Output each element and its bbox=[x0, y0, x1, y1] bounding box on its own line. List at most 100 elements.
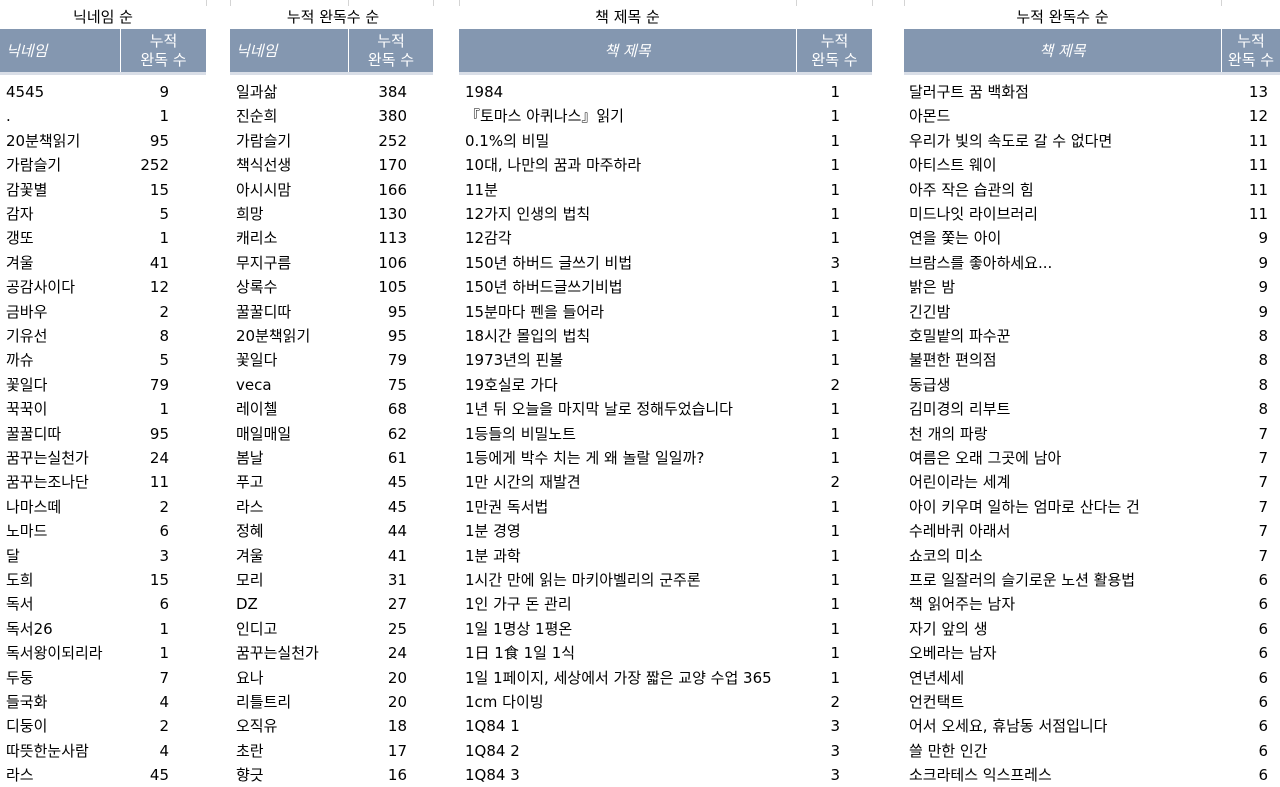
count-table-2-row-count[interactable]: 9 bbox=[1221, 275, 1268, 299]
count-table-1-row-label[interactable]: 라스 bbox=[236, 495, 348, 519]
count-table-1-row-count[interactable]: 75 bbox=[348, 373, 407, 397]
count-table-2-row-label[interactable]: 아주 작은 습관의 힘 bbox=[909, 178, 1221, 202]
count-table-1-row-count[interactable]: 170 bbox=[348, 153, 407, 177]
count-table-1-row-label[interactable]: veca bbox=[236, 373, 348, 397]
nick-table-row-label[interactable]: 꿈꾸는실천가 bbox=[6, 446, 120, 470]
count-table-2-row-count[interactable]: 8 bbox=[1221, 348, 1268, 372]
title-table-row-count[interactable]: 1 bbox=[796, 178, 840, 202]
count-table-1-row-count[interactable]: 41 bbox=[348, 544, 407, 568]
count-table-2-row-count[interactable]: 8 bbox=[1221, 373, 1268, 397]
count-table-1-row-count[interactable]: 113 bbox=[348, 226, 407, 250]
title-table-row-label[interactable]: 1만 시간의 재발견 bbox=[465, 470, 796, 494]
nick-table-row-label[interactable]: 갱또 bbox=[6, 226, 120, 250]
count-table-2-row-label[interactable]: 프로 일잘러의 슬기로운 노션 활용법 bbox=[909, 568, 1221, 592]
title-table-row-label[interactable]: 1Q84 2 bbox=[465, 739, 796, 763]
title-table-row-label[interactable]: 1분 경영 bbox=[465, 519, 796, 543]
count-table-2-row-count[interactable]: 11 bbox=[1221, 153, 1268, 177]
count-table-2-row-count[interactable]: 11 bbox=[1221, 178, 1268, 202]
count-table-2-row-label[interactable]: 동급생 bbox=[909, 373, 1221, 397]
nick-table-row-count[interactable]: 1 bbox=[120, 104, 169, 128]
title-table-row-count[interactable]: 3 bbox=[796, 714, 840, 738]
title-table-row-count[interactable]: 1 bbox=[796, 422, 840, 446]
count-table-1-row-label[interactable]: 가람슬기 bbox=[236, 129, 348, 153]
count-table-1-row-label[interactable]: 꿈꾸는실천가 bbox=[236, 641, 348, 665]
count-table-1-row-label[interactable]: 오직유 bbox=[236, 714, 348, 738]
title-table-row-label[interactable]: 1984 bbox=[465, 80, 796, 104]
nick-table-row-label[interactable]: 따뜻한눈사람 bbox=[6, 739, 120, 763]
nick-table-row-label[interactable]: 겨울 bbox=[6, 251, 120, 275]
count-table-2-row-label[interactable]: 연년세세 bbox=[909, 666, 1221, 690]
count-table-2-row-label[interactable]: 여름은 오래 그곳에 남아 bbox=[909, 446, 1221, 470]
nick-table-row-label[interactable]: 독서 bbox=[6, 592, 120, 616]
title-table-row-count[interactable]: 1 bbox=[796, 397, 840, 421]
title-table-row-count[interactable]: 2 bbox=[796, 470, 840, 494]
title-table-row-count[interactable]: 1 bbox=[796, 80, 840, 104]
count-table-2-row-count[interactable]: 6 bbox=[1221, 739, 1268, 763]
count-table-1-row-count[interactable]: 45 bbox=[348, 495, 407, 519]
nick-table-row-count[interactable]: 79 bbox=[120, 373, 169, 397]
count-table-2-header-label[interactable]: 책 제목 bbox=[904, 29, 1221, 72]
title-table-row-label[interactable]: 0.1%의 비밀 bbox=[465, 129, 796, 153]
count-table-2-row-label[interactable]: 언컨택트 bbox=[909, 690, 1221, 714]
title-table-row-count[interactable]: 2 bbox=[796, 690, 840, 714]
count-table-2-row-count[interactable]: 8 bbox=[1221, 397, 1268, 421]
count-table-2-row-count[interactable]: 7 bbox=[1221, 446, 1268, 470]
nick-table-row-count[interactable]: 3 bbox=[120, 544, 169, 568]
count-table-2-row-count[interactable]: 7 bbox=[1221, 519, 1268, 543]
nick-table-row-count[interactable]: 1 bbox=[120, 641, 169, 665]
title-table-row-label[interactable]: 1시간 만에 읽는 마키아벨리의 군주론 bbox=[465, 568, 796, 592]
nick-table-row-count[interactable]: 4 bbox=[120, 739, 169, 763]
nick-table-row-count[interactable]: 41 bbox=[120, 251, 169, 275]
nick-table-row-count[interactable]: 95 bbox=[120, 422, 169, 446]
title-table-row-label[interactable]: 12가지 인생의 법칙 bbox=[465, 202, 796, 226]
nick-table-row-count[interactable]: 7 bbox=[120, 666, 169, 690]
title-table-row-label[interactable]: 15분마다 펜을 들어라 bbox=[465, 300, 796, 324]
title-table-row-label[interactable]: 1cm 다이빙 bbox=[465, 690, 796, 714]
nick-table-row-count[interactable]: 4 bbox=[120, 690, 169, 714]
count-table-1-row-label[interactable]: 리틀트리 bbox=[236, 690, 348, 714]
nick-table-row-label[interactable]: 꿈꾸는조나단 bbox=[6, 470, 120, 494]
title-table-row-label[interactable]: 1일 1명상 1평온 bbox=[465, 617, 796, 641]
count-table-2-row-label[interactable]: 자기 앞의 생 bbox=[909, 617, 1221, 641]
title-table-row-label[interactable]: 『토마스 아퀴나스』읽기 bbox=[465, 104, 796, 128]
nick-table-row-count[interactable]: 5 bbox=[120, 202, 169, 226]
title-table-row-label[interactable]: 1일 1페이지, 세상에서 가장 짧은 교양 수업 365 bbox=[465, 666, 796, 690]
nick-table-row-label[interactable]: 디둥이 bbox=[6, 714, 120, 738]
title-table-row-count[interactable]: 1 bbox=[796, 202, 840, 226]
count-table-1-row-label[interactable]: 봄날 bbox=[236, 446, 348, 470]
title-table-row-label[interactable]: 10대, 나만의 꿈과 마주하라 bbox=[465, 153, 796, 177]
count-table-2-row-count[interactable]: 9 bbox=[1221, 226, 1268, 250]
count-table-1-row-label[interactable]: 초란 bbox=[236, 739, 348, 763]
title-table-row-count[interactable]: 1 bbox=[796, 348, 840, 372]
title-table-row-count[interactable]: 3 bbox=[796, 763, 840, 787]
nick-table-row-label[interactable]: 꽃일다 bbox=[6, 373, 120, 397]
count-table-2-row-count[interactable]: 11 bbox=[1221, 129, 1268, 153]
count-table-1-row-count[interactable]: 68 bbox=[348, 397, 407, 421]
count-table-2-row-label[interactable]: 쓸 만한 인간 bbox=[909, 739, 1221, 763]
nick-table-row-count[interactable]: 12 bbox=[120, 275, 169, 299]
count-table-2-row-label[interactable]: 밝은 밤 bbox=[909, 275, 1221, 299]
title-table-row-count[interactable]: 1 bbox=[796, 641, 840, 665]
count-table-2-row-count[interactable]: 9 bbox=[1221, 300, 1268, 324]
title-table-header-count[interactable]: 누적 완독 수 bbox=[796, 29, 872, 72]
count-table-1-row-label[interactable]: 상록수 bbox=[236, 275, 348, 299]
count-table-1-row-count[interactable]: 106 bbox=[348, 251, 407, 275]
nick-table-row-count[interactable]: 2 bbox=[120, 714, 169, 738]
count-table-2-row-count[interactable]: 7 bbox=[1221, 470, 1268, 494]
count-table-2-row-label[interactable]: 연을 쫓는 아이 bbox=[909, 226, 1221, 250]
title-table-row-count[interactable]: 1 bbox=[796, 544, 840, 568]
title-table-row-label[interactable]: 19호실로 가다 bbox=[465, 373, 796, 397]
count-table-2-row-label[interactable]: 수레바퀴 아래서 bbox=[909, 519, 1221, 543]
count-table-1-row-label[interactable]: 정혜 bbox=[236, 519, 348, 543]
count-table-1-row-count[interactable]: 384 bbox=[348, 80, 407, 104]
nick-table-row-count[interactable]: 8 bbox=[120, 324, 169, 348]
count-table-1-row-label[interactable]: 모리 bbox=[236, 568, 348, 592]
nick-table-header-count[interactable]: 누적 완독 수 bbox=[120, 29, 206, 72]
count-table-1-row-count[interactable]: 16 bbox=[348, 763, 407, 787]
count-table-1-row-label[interactable]: 요나 bbox=[236, 666, 348, 690]
title-table-row-label[interactable]: 11분 bbox=[465, 178, 796, 202]
count-table-1-row-count[interactable]: 25 bbox=[348, 617, 407, 641]
nick-table-row-count[interactable]: 15 bbox=[120, 568, 169, 592]
title-table-row-count[interactable]: 1 bbox=[796, 300, 840, 324]
count-table-1-row-count[interactable]: 20 bbox=[348, 690, 407, 714]
